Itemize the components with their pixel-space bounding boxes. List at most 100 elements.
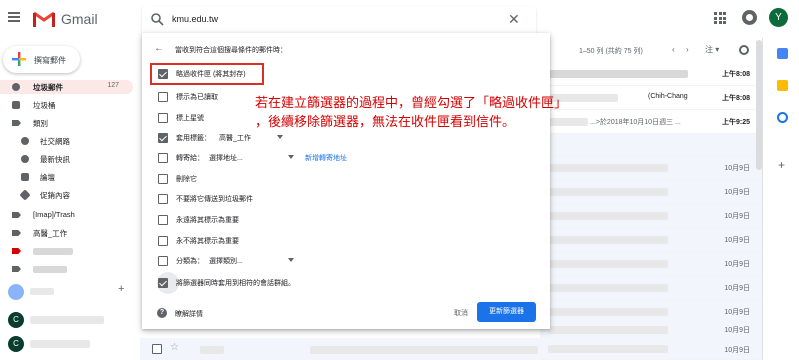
cancel-button[interactable]: 取消: [448, 304, 474, 322]
clear-search-icon[interactable]: ✕: [508, 11, 520, 27]
notifications-icon[interactable]: [742, 10, 757, 25]
input-tools-label: 注: [705, 45, 713, 54]
filter-panel-title: 當收到符合這個搜尋條件的郵件時：: [175, 47, 287, 54]
hangouts-contact[interactable]: C: [0, 335, 140, 353]
sidebar-item-label: 類別: [33, 119, 48, 128]
category-select[interactable]: 選擇類別...: [209, 256, 243, 266]
sidebar-item-trash[interactable]: 垃圾桶: [0, 98, 140, 112]
option-apply-existing[interactable]: 將篩選器同時套用到相符的會話群組。: [153, 272, 543, 294]
account-avatar[interactable]: Y: [769, 8, 788, 27]
calendar-icon[interactable]: [777, 48, 788, 59]
sidebar-item-promotions[interactable]: 促銷內容: [0, 188, 140, 202]
mark-read-checkbox[interactable]: [158, 92, 168, 102]
back-arrow-icon[interactable]: ←: [154, 44, 164, 54]
gmail-logo-icon[interactable]: [33, 10, 55, 27]
sidebar-item-spam[interactable]: 垃圾郵件 127: [0, 80, 133, 94]
forum-icon: [21, 173, 29, 181]
side-panel: +: [762, 38, 799, 360]
mail-row[interactable]: ☆: [140, 338, 540, 360]
tag-icon: [19, 189, 31, 201]
sidebar-item-work[interactable]: 高醫_工作: [0, 226, 140, 240]
option-forward[interactable]: 轉寄給： 選擇地址... 新增轉寄地址: [153, 151, 543, 166]
sidebar-item-hidden-label[interactable]: [0, 262, 140, 276]
annotation-line-1: 若在建立篩選器的過程中，曾經勾選了「略過收件匣」: [255, 96, 568, 111]
mail-date: 10月9日: [724, 285, 750, 292]
mail-date: 10月9日: [724, 237, 750, 244]
mail-row[interactable]: 10月9日: [540, 228, 762, 252]
apply-label-checkbox[interactable]: [158, 133, 168, 143]
option-categorize[interactable]: 分類為： 選擇類別...: [153, 254, 543, 269]
annotation-text: 若在建立篩選器的過程中，曾經勾選了「略過收件匣」 ，後續移除篩選器，無法在收件匣…: [255, 94, 715, 132]
mail-row[interactable]: 上午8:08: [540, 62, 762, 86]
sidebar-item-imap-trash[interactable]: [Imap]/Trash: [0, 208, 140, 222]
sidebar-item-forums[interactable]: 論壇: [0, 170, 140, 184]
option-always-important[interactable]: 永遠將其標示為重要: [153, 213, 543, 228]
categorize-checkbox[interactable]: [158, 256, 168, 266]
delete-checkbox[interactable]: [158, 174, 168, 184]
update-filter-button[interactable]: 更新篩選器: [477, 302, 536, 322]
apps-grid-icon[interactable]: [714, 12, 726, 24]
forward-checkbox[interactable]: [158, 153, 168, 163]
option-label: 不要將它傳送到垃圾郵件: [176, 196, 253, 203]
search-input[interactable]: kmu.edu.tw: [172, 14, 218, 24]
sidebar-item-updates[interactable]: 最新快訊: [0, 152, 140, 166]
star-icon[interactable]: ☆: [170, 342, 179, 353]
hangouts-contact[interactable]: C: [0, 311, 140, 329]
mail-date: 10月9日: [724, 327, 750, 334]
mail-date: 10月9日: [724, 309, 750, 316]
mail-date: 上午8:08: [721, 71, 750, 78]
mail-date: 10月9日: [724, 213, 750, 220]
sidebar-item-social[interactable]: 社交網路: [0, 134, 140, 148]
option-never-spam[interactable]: 不要將它傳送到垃圾郵件: [153, 192, 543, 207]
star-checkbox[interactable]: [158, 113, 168, 123]
help-icon[interactable]: ?: [157, 308, 167, 318]
chevron-down-icon[interactable]: [277, 135, 283, 139]
chevron-down-icon[interactable]: [288, 155, 294, 159]
keep-icon[interactable]: [777, 80, 788, 91]
compose-button[interactable]: 撰寫郵件: [3, 46, 80, 73]
new-chat-icon[interactable]: +: [118, 283, 124, 295]
add-addon-icon[interactable]: +: [778, 158, 785, 172]
chevron-down-icon: ▾: [715, 45, 720, 54]
label-icon: [12, 212, 21, 218]
mail-row[interactable]: 10月9日: [540, 276, 762, 300]
row-checkbox[interactable]: [152, 344, 162, 354]
sidebar-item-categories[interactable]: 類別: [0, 116, 140, 130]
mail-row[interactable]: 10月9日: [540, 204, 762, 228]
label-select[interactable]: 高醫_工作: [219, 133, 251, 143]
apply-existing-checkbox[interactable]: [158, 278, 168, 288]
add-forwarding-address-link[interactable]: 新增轉寄地址: [305, 153, 347, 163]
mail-row[interactable]: 10月9日: [540, 156, 762, 180]
spam-icon: [12, 83, 20, 91]
blurred-snippet: [548, 212, 668, 220]
mail-date: 上午9:25: [721, 119, 750, 126]
never-spam-checkbox[interactable]: [158, 194, 168, 204]
prev-page-icon[interactable]: ‹: [672, 45, 675, 54]
chevron-down-icon[interactable]: [288, 258, 294, 262]
search-icon[interactable]: [150, 12, 164, 26]
learn-more-link[interactable]: 瞭解詳情: [175, 309, 203, 319]
mail-row[interactable]: 10月9日: [540, 180, 762, 204]
settings-gear-icon[interactable]: [739, 45, 749, 55]
option-label: 轉寄給：: [176, 155, 204, 162]
search-box[interactable]: kmu.edu.tw ✕: [142, 6, 536, 33]
always-important-checkbox[interactable]: [158, 215, 168, 225]
sidebar-item-hidden-label[interactable]: [0, 244, 140, 258]
hangouts-self[interactable]: +: [0, 283, 140, 301]
next-page-icon[interactable]: ›: [686, 45, 689, 54]
mail-row[interactable]: 10月9日: [540, 252, 762, 276]
main-menu-icon[interactable]: [8, 12, 20, 22]
option-delete[interactable]: 刪除它: [153, 172, 543, 187]
option-apply-label[interactable]: 套用標籤： 高醫_工作: [153, 131, 543, 146]
mail-row[interactable]: [540, 134, 762, 156]
input-tools-button[interactable]: 注 ▾: [705, 44, 719, 55]
forward-address-select[interactable]: 選擇地址...: [209, 153, 243, 163]
never-important-checkbox[interactable]: [158, 236, 168, 246]
sidebar: 撰寫郵件 垃圾郵件 127 垃圾桶 類別 社交網路 最新快訊 論壇 促銷內容 […: [0, 38, 140, 360]
option-never-important[interactable]: 永不將其標示為重要: [153, 234, 543, 249]
label-icon: [12, 248, 21, 254]
people-icon: [21, 137, 29, 145]
mail-date: 上午8:08: [721, 95, 750, 102]
mail-row[interactable]: 10月9日: [540, 338, 762, 360]
tasks-icon[interactable]: [777, 112, 788, 123]
